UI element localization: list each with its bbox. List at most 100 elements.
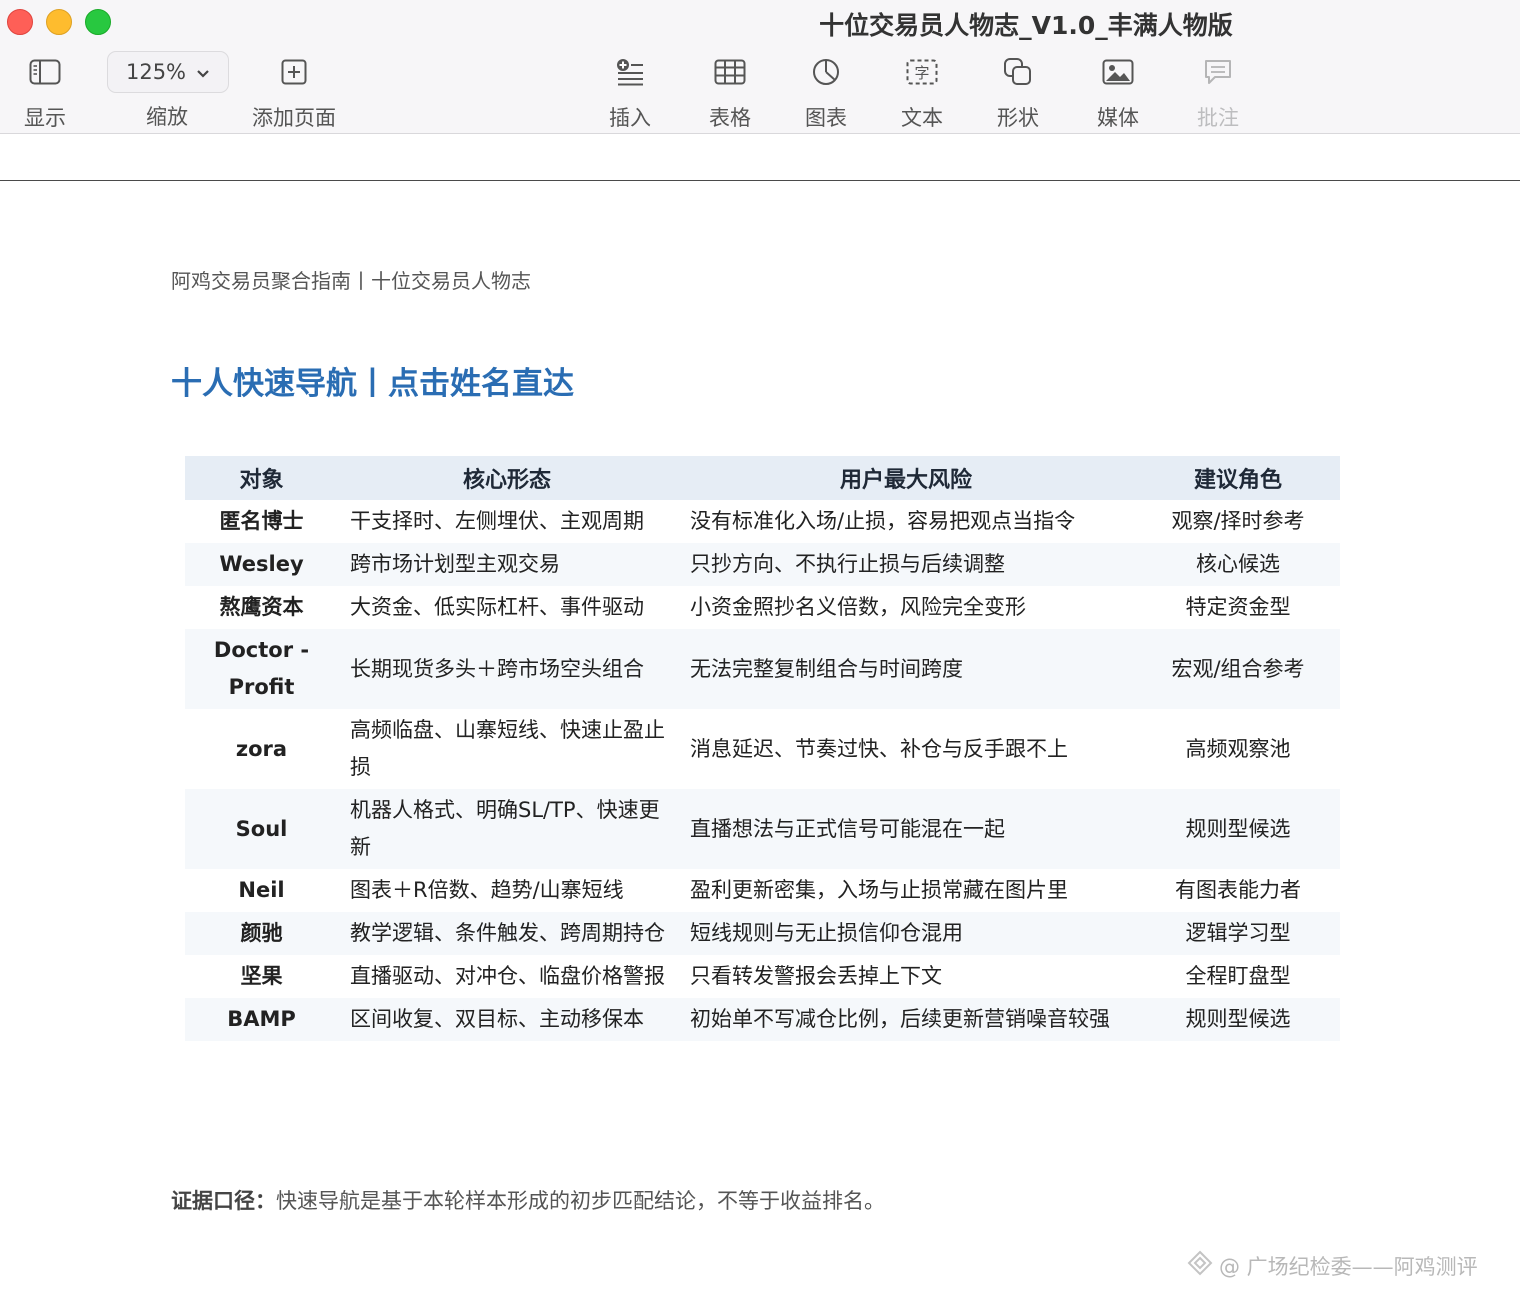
- table-row: zora 高频临盘、山寨短线、快速止盈止损 消息延迟、节奏过快、补仓与反手跟不上…: [185, 709, 1340, 789]
- ruler-area: [0, 135, 1520, 181]
- role-cell: 全程盯盘型: [1185, 964, 1291, 988]
- shape-button[interactable]: 形状: [997, 52, 1039, 132]
- trader-name-link[interactable]: Wesley: [185, 543, 338, 586]
- role-cell: 逻辑学习型: [1136, 912, 1340, 955]
- role-cell: 观察/择时参考: [1171, 509, 1305, 533]
- media-label: 媒体: [1097, 106, 1139, 130]
- core-form-cell: 跨市场计划型主观交易: [338, 543, 676, 586]
- table-row: 匿名博士 干支择时、左侧埋伏、主观周期 没有标准化入场/止损，容易把观点当指令 …: [185, 500, 1340, 543]
- comment-button[interactable]: 批注: [1197, 52, 1239, 132]
- core-form-cell: 大资金、低实际杠杆、事件驱动: [350, 595, 644, 619]
- trader-name-link[interactable]: Soul: [185, 789, 338, 869]
- text-icon-glyph: 字: [914, 64, 929, 82]
- trader-name-link[interactable]: 熬鹰资本: [185, 586, 338, 629]
- shape-label: 形状: [997, 106, 1039, 130]
- table-row: Soul 机器人格式、明确SL/TP、快速更新 直播想法与正式信号可能混在一起 …: [185, 789, 1340, 869]
- trader-name-link[interactable]: BAMP: [185, 998, 338, 1041]
- trader-name-link[interactable]: Neil: [185, 869, 338, 912]
- zoom-label: 缩放: [146, 105, 188, 129]
- insert-button[interactable]: 插入: [609, 52, 651, 132]
- header-user-risk: 用户最大风险: [676, 456, 1136, 500]
- core-form-cell: 长期现货多头＋跨市场空头组合: [338, 629, 676, 709]
- core-form-cell: 教学逻辑、条件触发、跨周期持仓: [338, 912, 676, 955]
- core-form-cell: 直播驱动、对冲仓、临盘价格警报: [350, 964, 665, 988]
- page-header: 阿鸡交易员聚合指南丨十位交易员人物志: [171, 269, 531, 293]
- text-label: 文本: [901, 106, 943, 130]
- role-cell: 有图表能力者: [1175, 878, 1301, 902]
- zoom-value: 125%: [125, 60, 187, 84]
- insert-label: 插入: [609, 106, 651, 130]
- table-button[interactable]: 表格: [709, 52, 751, 132]
- zoom-dropdown[interactable]: 125%: [107, 51, 229, 93]
- header-object: 对象: [185, 456, 338, 500]
- header-core-form: 核心形态: [338, 456, 676, 500]
- table-row: BAMP 区间收复、双目标、主动移保本 初始单不写减仓比例，后续更新营销噪音较强…: [185, 998, 1340, 1041]
- risk-cell: 只抄方向、不执行止损与后续调整: [676, 543, 1136, 586]
- watermark-text: @ 广场纪检委——阿鸡测评: [1219, 1254, 1478, 1279]
- risk-cell: 盈利更新密集，入场与止损常藏在图片里: [690, 878, 1068, 902]
- role-cell: 宏观/组合参考: [1136, 629, 1340, 709]
- table-header-row: 对象 核心形态 用户最大风险 建议角色: [185, 456, 1340, 500]
- core-form-cell: 高频临盘、山寨短线、快速止盈止损: [350, 718, 665, 779]
- trader-name-link[interactable]: 匿名博士: [185, 500, 338, 543]
- table-row: Doctor - Profit 长期现货多头＋跨市场空头组合 无法完整复制组合与…: [185, 629, 1340, 709]
- table-row: Neil 图表＋R倍数、趋势/山寨短线 盈利更新密集，入场与止损常藏在图片里 有…: [185, 869, 1340, 912]
- header-suggested-role: 建议角色: [1136, 456, 1340, 500]
- core-form-cell: 区间收复、双目标、主动移保本: [338, 998, 676, 1041]
- evidence-text: 快速导航是基于本轮样本形成的初步匹配结论，不等于收益排名。: [276, 1189, 885, 1213]
- text-button[interactable]: 字 文本: [901, 52, 943, 132]
- comment-label: 批注: [1197, 106, 1239, 130]
- risk-cell: 小资金照抄名义倍数，风险完全变形: [690, 595, 1026, 619]
- trader-name-link[interactable]: 颜驰: [185, 912, 338, 955]
- window-toolbar: 十位交易员人物志_V1.0_丰满人物版 显示 125% 缩放 添加页面 插入 表…: [0, 0, 1520, 134]
- navigation-table: 对象 核心形态 用户最大风险 建议角色 匿名博士 干支择时、左侧埋伏、主观周期 …: [185, 456, 1340, 1041]
- image-icon: [1098, 52, 1138, 92]
- core-form-cell: 机器人格式、明确SL/TP、快速更新: [338, 789, 676, 869]
- role-cell: 高频观察池: [1185, 736, 1291, 761]
- shape-icon: [998, 52, 1038, 92]
- table-row: 熬鹰资本 大资金、低实际杠杆、事件驱动 小资金照抄名义倍数，风险完全变形 特定资…: [185, 586, 1340, 629]
- core-form-cell: 图表＋R倍数、趋势/山寨短线: [350, 878, 624, 902]
- pie-chart-icon: [806, 52, 846, 92]
- add-page-label: 添加页面: [252, 106, 336, 130]
- table-row: 坚果 直播驱动、对冲仓、临盘价格警报 只看转发警报会丢掉上下文 全程盯盘型: [185, 955, 1340, 998]
- add-page-icon: [274, 52, 314, 92]
- chart-button[interactable]: 图表: [805, 52, 847, 132]
- chart-label: 图表: [805, 106, 847, 130]
- table-row: Wesley 跨市场计划型主观交易 只抄方向、不执行止损与后续调整 核心候选: [185, 543, 1340, 586]
- platform-logo-icon: [1187, 1250, 1213, 1281]
- risk-cell: 消息延迟、节奏过快、补仓与反手跟不上: [690, 736, 1068, 761]
- table-row: 颜驰 教学逻辑、条件触发、跨周期持仓 短线规则与无止损信仰仓混用 逻辑学习型: [185, 912, 1340, 955]
- role-cell: 特定资金型: [1185, 595, 1291, 619]
- risk-cell: 没有标准化入场/止损，容易把观点当指令: [690, 509, 1076, 533]
- watermark: @ 广场纪检委——阿鸡测评: [1187, 1250, 1478, 1281]
- risk-cell: 初始单不写减仓比例，后续更新营销噪音较强: [676, 998, 1136, 1041]
- insert-list-icon: [610, 52, 650, 92]
- document-page[interactable]: 阿鸡交易员聚合指南丨十位交易员人物志 十人快速导航丨点击姓名直达 对象 核心形态…: [0, 182, 1520, 1292]
- chevron-down-icon: [196, 60, 210, 84]
- evidence-note: 证据口径：快速导航是基于本轮样本形成的初步匹配结论，不等于收益排名。: [171, 1185, 885, 1215]
- window-title: 十位交易员人物志_V1.0_丰满人物版: [819, 11, 1233, 40]
- view-button[interactable]: 显示: [24, 52, 66, 132]
- risk-cell: 短线规则与无止损信仰仓混用: [676, 912, 1136, 955]
- add-page-button[interactable]: 添加页面: [252, 52, 336, 132]
- comment-icon: [1198, 52, 1238, 92]
- trader-name-link[interactable]: 坚果: [185, 955, 338, 998]
- text-box-icon: 字: [902, 52, 942, 92]
- sidebar-icon: [25, 52, 65, 92]
- evidence-label: 证据口径：: [171, 1189, 276, 1213]
- table-label: 表格: [709, 106, 751, 130]
- table-icon: [710, 52, 750, 92]
- role-cell: 规则型候选: [1136, 998, 1340, 1041]
- risk-cell: 无法完整复制组合与时间跨度: [676, 629, 1136, 709]
- section-title: 十人快速导航丨点击姓名直达: [171, 366, 574, 402]
- trader-name-link[interactable]: Doctor - Profit: [185, 629, 338, 709]
- trader-name-link[interactable]: zora: [185, 709, 338, 789]
- role-cell: 规则型候选: [1136, 789, 1340, 869]
- risk-cell: 直播想法与正式信号可能混在一起: [676, 789, 1136, 869]
- core-form-cell: 干支择时、左侧埋伏、主观周期: [350, 509, 644, 533]
- risk-cell: 只看转发警报会丢掉上下文: [690, 964, 942, 988]
- role-cell: 核心候选: [1136, 543, 1340, 586]
- media-button[interactable]: 媒体: [1097, 52, 1139, 132]
- view-label: 显示: [24, 106, 66, 130]
